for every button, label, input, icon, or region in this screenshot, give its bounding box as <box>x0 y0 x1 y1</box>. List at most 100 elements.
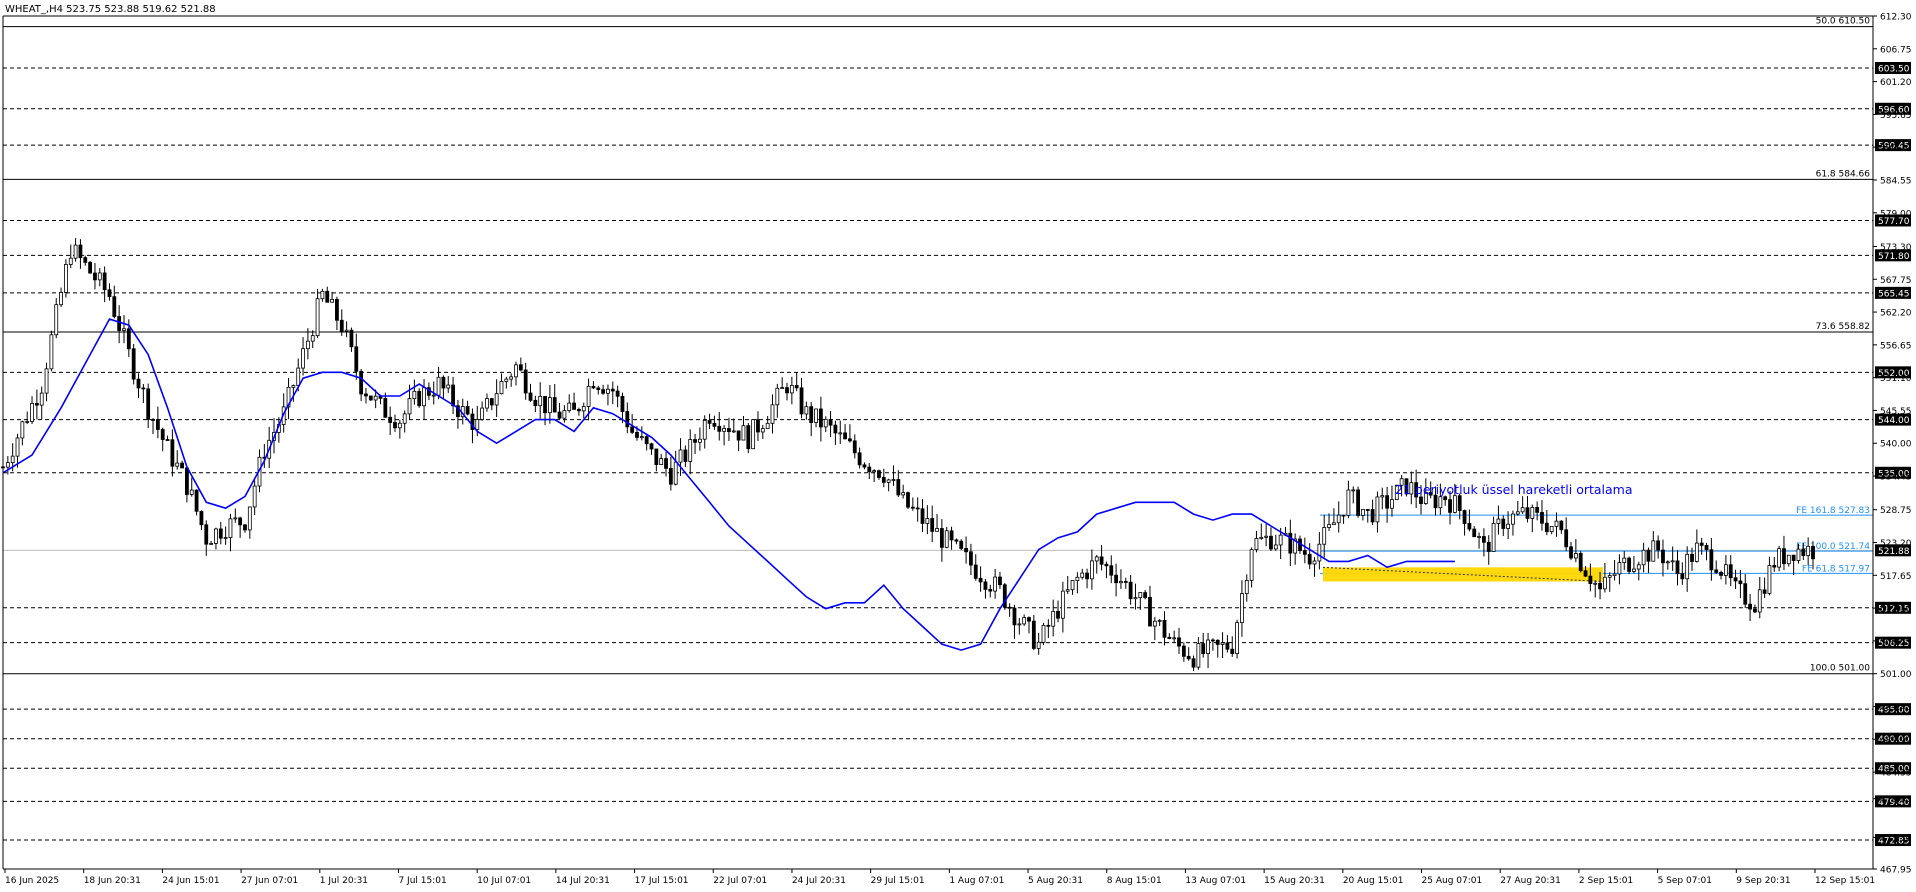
candle-body <box>1036 641 1041 649</box>
candle-body <box>983 581 988 590</box>
candle-body <box>649 443 654 450</box>
candle-body <box>1259 536 1264 539</box>
candle-body <box>30 403 34 422</box>
candle-body <box>606 388 610 394</box>
candle-body <box>1336 514 1341 524</box>
candle-body <box>577 409 581 412</box>
candle-body <box>906 492 910 508</box>
candle-body <box>664 458 668 469</box>
candle-body <box>1593 582 1598 585</box>
candle-body <box>1119 581 1123 584</box>
candle-body <box>518 364 523 371</box>
candle-body <box>97 272 102 281</box>
candle-body <box>1017 623 1022 626</box>
candle-body <box>1709 549 1714 571</box>
candle-body <box>368 395 373 401</box>
y-tick-label: 606.75 <box>1880 45 1912 55</box>
candle-body <box>1612 573 1617 577</box>
candle-body <box>1714 569 1719 573</box>
candle-body <box>586 385 591 407</box>
candle-body <box>838 432 843 435</box>
candle-body <box>1375 496 1380 523</box>
candle-body <box>799 387 804 415</box>
candle-body <box>1075 576 1080 581</box>
candle-body <box>1482 536 1486 543</box>
candle-body <box>1656 540 1661 551</box>
candle-body <box>1215 639 1220 645</box>
candle-body <box>1448 499 1452 513</box>
candle-body <box>843 432 847 440</box>
candle-body <box>1123 581 1128 583</box>
candle-body <box>301 348 305 369</box>
candle-body <box>751 419 756 450</box>
candle-body <box>1370 509 1375 523</box>
candle-body <box>1210 639 1215 642</box>
candle-body <box>978 577 983 583</box>
candle-body <box>1051 610 1056 627</box>
candle-body <box>1240 593 1244 623</box>
candle-body <box>1230 648 1235 654</box>
candle-body <box>320 290 325 300</box>
candle-body <box>1225 642 1230 650</box>
candle-body <box>1506 523 1511 529</box>
candle-body <box>1801 548 1806 557</box>
candle-body <box>354 346 359 372</box>
candle-body <box>1109 565 1114 576</box>
candle-body <box>1007 606 1012 609</box>
y-tick-label: 501.00 <box>1880 670 1912 680</box>
candle-body <box>1651 540 1656 562</box>
candle-body <box>499 381 504 395</box>
candle-body <box>422 387 426 407</box>
candle-body <box>944 530 949 548</box>
candle-body <box>494 393 499 406</box>
candle-body <box>1278 534 1283 546</box>
candle-body <box>1172 637 1177 640</box>
candle-body <box>896 479 901 496</box>
candle-body <box>1341 514 1346 517</box>
x-tick-label: 13 Aug 07:01 <box>1185 876 1246 886</box>
candle-body <box>73 244 78 259</box>
candle-body <box>243 524 247 531</box>
candle-body <box>712 422 717 427</box>
candle-body <box>644 436 649 445</box>
candle-body <box>1636 564 1641 570</box>
level-price-label: 544.00 <box>1878 416 1910 426</box>
candle-body <box>668 468 673 485</box>
candle-body <box>596 387 601 391</box>
candle-body <box>1351 489 1356 492</box>
candle-body <box>1380 495 1385 498</box>
candle-body <box>1723 564 1728 576</box>
candle-body <box>305 340 310 350</box>
y-tick-label: 528.75 <box>1880 506 1912 516</box>
candle-body <box>1027 617 1031 622</box>
candle-body <box>1680 573 1685 580</box>
candle-body <box>335 299 339 321</box>
candle-body <box>5 462 10 468</box>
y-tick-label: 545.55 <box>1880 407 1912 417</box>
x-tick-label: 17 Jul 15:01 <box>635 876 689 886</box>
y-tick-label: 590.10 <box>1880 144 1912 154</box>
candle-body <box>126 328 131 350</box>
candle-body <box>954 539 959 542</box>
candle-body <box>291 385 296 388</box>
candle-body <box>1525 507 1530 519</box>
candle-body <box>209 543 214 545</box>
candle-body <box>1530 507 1535 519</box>
candle-body <box>189 489 194 495</box>
candle-body <box>756 419 760 433</box>
candle-body <box>1743 583 1748 605</box>
chart-container: 603.50 596.60 590.45 577.70 571.80 565.45 552.… <box>0 0 1916 888</box>
candle-body <box>1632 568 1636 572</box>
candle-body <box>969 551 973 566</box>
candle-body <box>935 528 939 532</box>
candle-body <box>1549 525 1554 533</box>
candle-body <box>1738 580 1743 585</box>
candle-body <box>601 389 606 394</box>
candle-body <box>446 384 451 389</box>
y-tick-label: 473.30 <box>1880 834 1912 844</box>
candle-body <box>1249 549 1254 581</box>
candle-body <box>823 418 828 428</box>
candle-body <box>630 426 635 433</box>
y-tick-label: 479.85 <box>1880 795 1912 805</box>
candle-body <box>1346 489 1351 516</box>
